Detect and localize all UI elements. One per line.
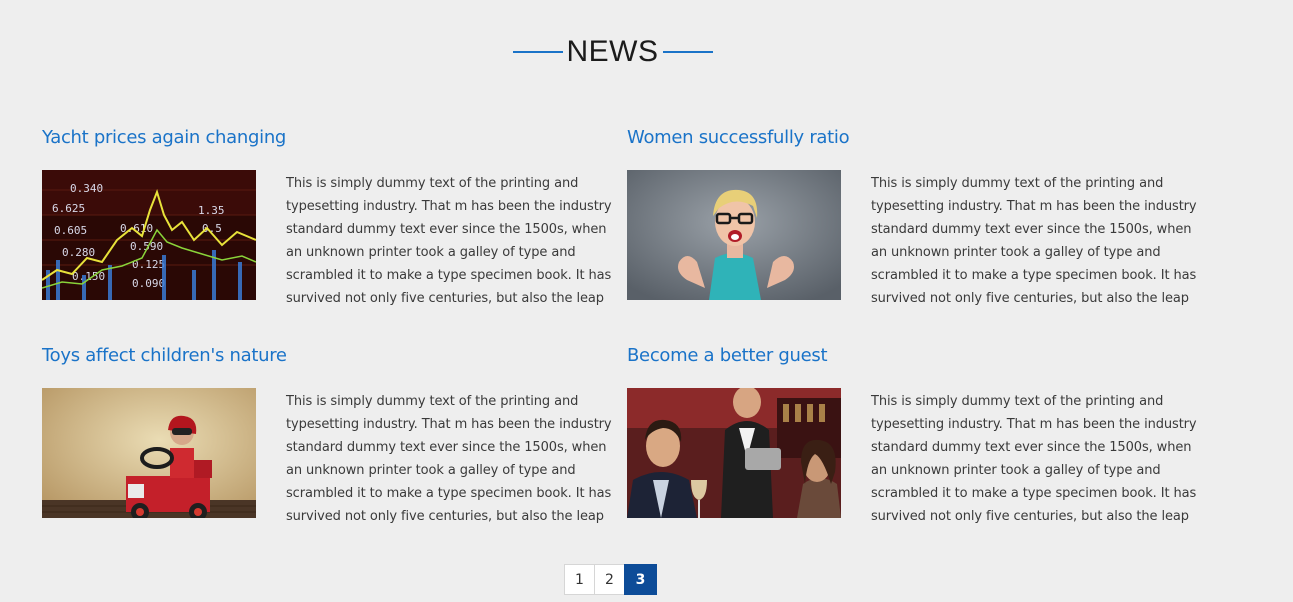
news-section-heading: NEWS <box>0 34 1225 70</box>
svg-text:0.340: 0.340 <box>70 182 103 195</box>
page-button-3-active[interactable]: 3 <box>624 564 657 595</box>
section-title: NEWS <box>566 35 659 68</box>
article-title-link[interactable]: Become a better guest <box>627 344 828 368</box>
svg-text:0.280: 0.280 <box>62 246 95 259</box>
heading-line-left <box>512 51 563 53</box>
svg-text:6.625: 6.625 <box>52 202 85 215</box>
page-button-2[interactable]: 2 <box>594 564 625 595</box>
stock-market-chart-image[interactable]: 0.340 6.625 0.605 0.280 0.150 0.610 0.590 0.… <box>42 170 256 300</box>
article-excerpt: This is simply dummy text of the printin… <box>871 394 1197 524</box>
article-excerpt: This is simply dummy text of the printin… <box>286 176 612 306</box>
svg-text:0.090: 0.090 <box>132 277 165 290</box>
pagination: 1 2 3 <box>564 564 657 595</box>
article-excerpt: This is simply dummy text of the printin… <box>286 394 612 524</box>
page-button-1[interactable]: 1 <box>564 564 595 595</box>
svg-text:0.605: 0.605 <box>54 224 87 237</box>
child-toy-car-image[interactable] <box>42 388 256 518</box>
svg-text:1.35: 1.35 <box>198 204 225 217</box>
news-article: Become a better guest This is simply dum… <box>627 344 1197 524</box>
article-excerpt: This is simply dummy text of the printin… <box>871 176 1197 306</box>
heading-line-right <box>662 51 713 53</box>
article-title-link[interactable]: Toys affect children's nature <box>42 344 287 368</box>
news-article: Toys affect children's nature This is si… <box>42 344 612 524</box>
article-title-link[interactable]: Women successfully ratio <box>627 126 850 150</box>
restaurant-guests-image[interactable] <box>627 388 841 518</box>
news-article: Yacht prices again changing 0.340 6.625 0… <box>42 126 612 306</box>
news-article: Women successfully ratio This is simply <box>627 126 1197 306</box>
excited-woman-image[interactable] <box>627 170 841 300</box>
article-title-link[interactable]: Yacht prices again changing <box>42 126 286 150</box>
